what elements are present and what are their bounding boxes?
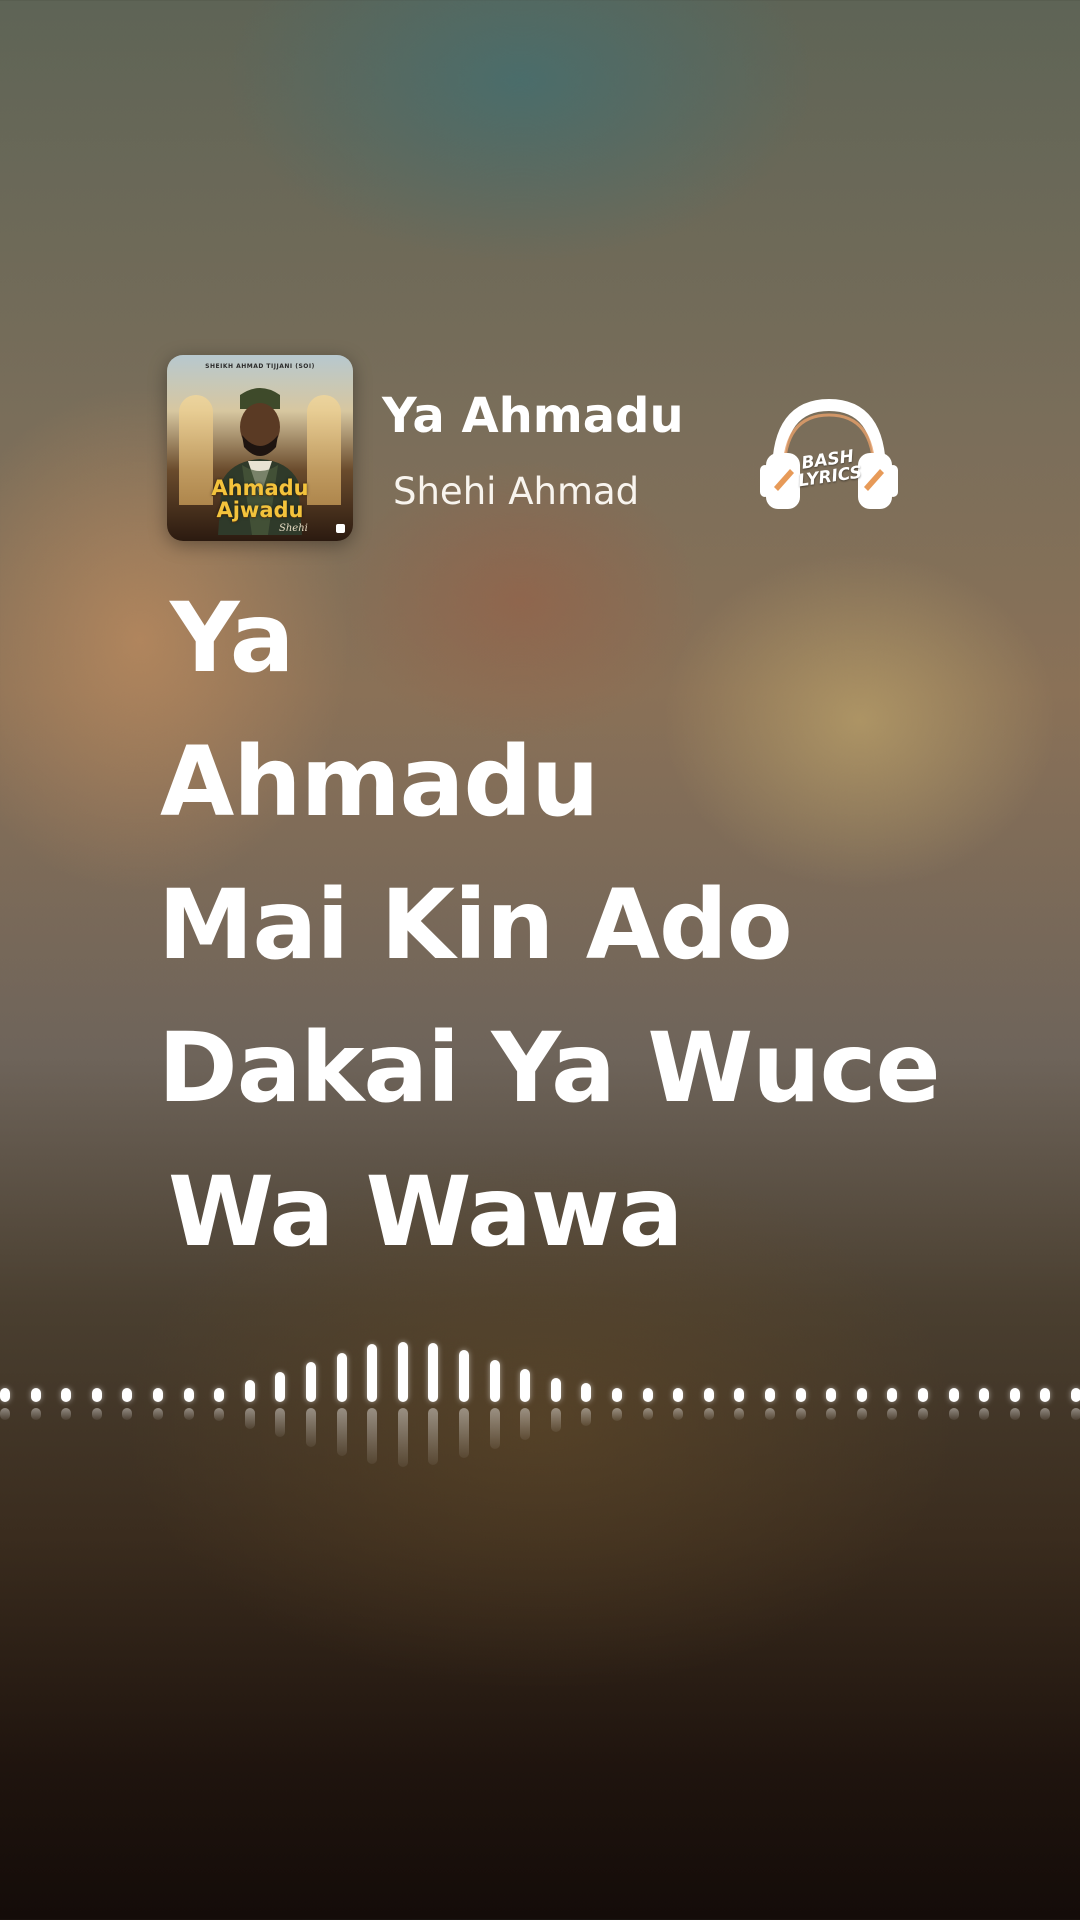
visualizer-bar	[1071, 1388, 1080, 1402]
lyric-line-2: Ahmadu	[160, 726, 600, 838]
visualizer-bar	[367, 1344, 378, 1402]
visualizer-bar-reflection	[153, 1408, 163, 1420]
visualizer-bar	[397, 1341, 408, 1402]
visualizer-bar-reflection	[1071, 1408, 1080, 1420]
visualizer-bar	[1040, 1388, 1051, 1402]
visualizer-bar-reflection	[0, 1408, 10, 1420]
visualizer-bar	[918, 1388, 928, 1402]
visualizer-bar-reflection	[765, 1408, 775, 1420]
visualizer-bar-reflection	[336, 1408, 347, 1456]
visualizer-bar	[765, 1388, 775, 1402]
visualizer-bar	[61, 1388, 72, 1402]
visualizer-bar-reflection	[520, 1408, 531, 1441]
visualizer-bar-reflection	[30, 1408, 41, 1420]
visualizer-bar-reflection	[581, 1408, 592, 1427]
visualizer-bar	[734, 1388, 745, 1402]
visualizer-bar	[887, 1388, 898, 1402]
visualizer-bar-reflection	[61, 1408, 72, 1420]
visualizer-bar	[0, 1388, 10, 1402]
visualizer-bar	[275, 1371, 286, 1402]
visualizer-bar	[948, 1388, 959, 1402]
audio-visualizer	[0, 1330, 1080, 1500]
visualizer-bar	[306, 1362, 316, 1402]
visualizer-bar-reflection	[275, 1408, 286, 1438]
visualizer-bar-reflection	[489, 1408, 500, 1449]
visualizer-bar-reflection	[826, 1408, 837, 1420]
visualizer-bar-reflection	[979, 1408, 990, 1420]
visualizer-bar	[826, 1388, 837, 1402]
visualizer-bar	[336, 1353, 347, 1402]
visualizer-bar	[856, 1388, 867, 1402]
visualizer-bar	[1009, 1388, 1020, 1402]
lyric-line-3: Mai Kin Ado	[158, 869, 793, 981]
visualizer-bar	[612, 1388, 622, 1402]
visualizer-bar-reflection	[244, 1408, 255, 1429]
visualizer-bar-reflection	[428, 1408, 439, 1466]
visualizer-bar-reflection	[122, 1408, 133, 1420]
visualizer-bar-reflection	[918, 1408, 928, 1420]
visualizer-bar-reflection	[183, 1408, 194, 1420]
visualizer-bar-reflection	[612, 1408, 622, 1421]
visualizer-bar	[642, 1388, 653, 1402]
visualizer-bar-reflection	[91, 1408, 102, 1420]
visualizer-bar	[550, 1377, 561, 1402]
visualizer-bar	[795, 1388, 806, 1402]
visualizer-bar-reflection	[948, 1408, 959, 1420]
visualizer-bar	[489, 1360, 500, 1402]
visualizer-bar	[520, 1368, 531, 1402]
visualizer-bar-reflection	[550, 1408, 561, 1432]
lyric-line-5: Wa Wawa	[168, 1156, 683, 1268]
lyric-line-4: Dakai Ya Wuce	[158, 1012, 941, 1124]
visualizer-bar	[122, 1388, 133, 1402]
visualizer-bar	[979, 1388, 990, 1402]
visualizer-bar-reflection	[795, 1408, 806, 1420]
visualizer-bar-reflection	[703, 1408, 714, 1420]
visualizer-bar-reflection	[856, 1408, 867, 1420]
visualizer-bar	[214, 1388, 225, 1402]
visualizer-bar-reflection	[306, 1408, 316, 1447]
visualizer-bar	[703, 1388, 714, 1402]
visualizer-bar	[183, 1388, 194, 1402]
visualizer-bar-reflection	[673, 1408, 684, 1420]
visualizer-bar-reflection	[887, 1408, 898, 1420]
visualizer-bar-reflection	[397, 1408, 408, 1467]
visualizer-bar-reflection	[367, 1408, 378, 1464]
visualizer-bar-reflection	[214, 1408, 225, 1421]
visualizer-bar-reflection	[642, 1408, 653, 1420]
lyric-line-1: Ya	[170, 582, 294, 694]
visualizer-bar	[153, 1388, 163, 1402]
visualizer-bar-reflection	[734, 1408, 745, 1420]
visualizer-bar	[581, 1383, 592, 1402]
visualizer-bar	[428, 1342, 439, 1402]
visualizer-bar	[91, 1388, 102, 1402]
visualizer-bar	[459, 1350, 469, 1402]
visualizer-bar	[30, 1388, 41, 1402]
visualizer-bar	[673, 1388, 684, 1402]
visualizer-bar-reflection	[459, 1408, 469, 1459]
visualizer-bar-reflection	[1009, 1408, 1020, 1420]
visualizer-bar-reflection	[1040, 1408, 1051, 1420]
visualizer-bar	[244, 1380, 255, 1402]
lyrics-panel: Ya Ahmadu Mai Kin Ado Dakai Ya Wuce Wa W…	[0, 0, 1080, 1300]
